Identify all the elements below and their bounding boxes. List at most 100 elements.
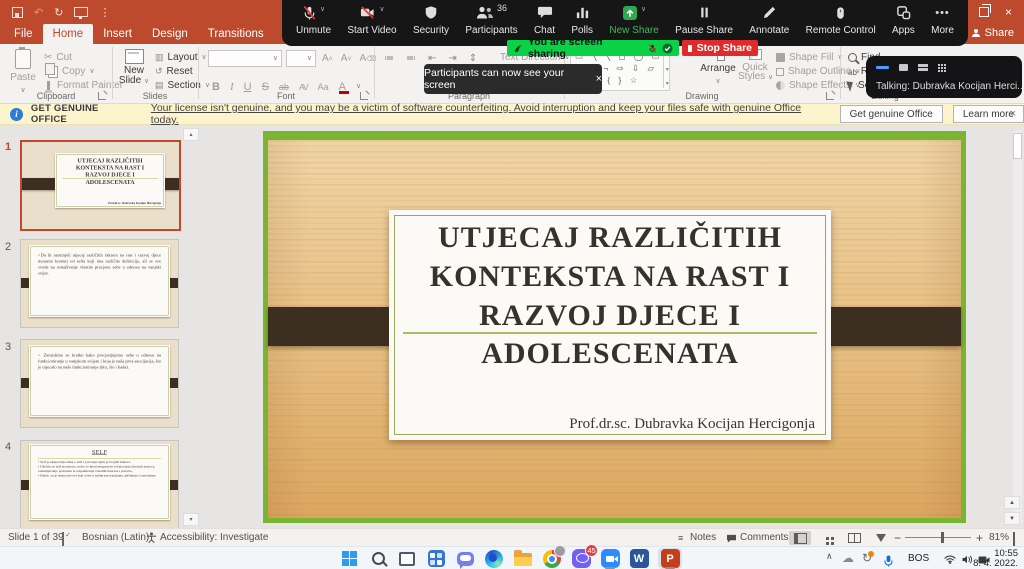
- thumbnails-scroll-up-button[interactable]: ▴: [183, 128, 199, 141]
- font-dialog-launcher-icon[interactable]: [360, 92, 368, 100]
- slide-thumbnail-4[interactable]: SELF • Self je ekspozicija slike o sebi …: [20, 440, 179, 529]
- reset-button[interactable]: ↺ Reset: [155, 65, 193, 78]
- gallery-view-icon[interactable]: [938, 64, 940, 66]
- start-video-button[interactable]: ∨ Start Video: [347, 5, 396, 36]
- ppt-share-button[interactable]: Share: [971, 27, 1014, 39]
- bullets-icon[interactable]: ≔: [384, 53, 394, 64]
- decrease-indent-icon[interactable]: ⇤: [428, 53, 436, 64]
- start-button[interactable]: [337, 548, 361, 569]
- shape-fill-button[interactable]: Shape Fill ∨: [776, 51, 843, 64]
- customize-qat-icon[interactable]: ⋮: [99, 6, 110, 19]
- chat-button[interactable]: Chat: [534, 5, 555, 36]
- slide-title-line-4[interactable]: ADOLESCENATA: [389, 334, 831, 373]
- unmute-button[interactable]: ∨ Unmute: [296, 5, 331, 36]
- sync-update-icon[interactable]: ↻: [862, 551, 872, 565]
- zoom-slider[interactable]: [905, 537, 971, 538]
- hidden-icons-chevron[interactable]: ∧: [826, 551, 833, 562]
- onedrive-icon[interactable]: ☁: [842, 551, 854, 565]
- powerpoint-button[interactable]: P: [658, 548, 682, 569]
- paste-button[interactable]: Paste ∨: [8, 48, 38, 94]
- language-indicator[interactable]: Bosnian (Latin): [82, 532, 149, 543]
- zoom-in-button[interactable]: +: [976, 531, 983, 545]
- comments-button[interactable]: Comments: [740, 532, 788, 543]
- genuine-banner-link[interactable]: Your license isn't genuine, and you may …: [151, 102, 828, 126]
- drawing-dialog-launcher-icon[interactable]: [826, 92, 834, 100]
- vertical-scrollbar[interactable]: [1013, 131, 1022, 523]
- tab-insert[interactable]: Insert: [93, 24, 142, 44]
- zoom-app-button[interactable]: [598, 548, 622, 569]
- notes-button[interactable]: Notes: [690, 532, 716, 543]
- next-slide-button[interactable]: ▼: [1004, 512, 1020, 525]
- widgets-button[interactable]: [424, 548, 448, 569]
- more-button[interactable]: ••• More: [931, 5, 954, 36]
- speaker-icon[interactable]: [962, 555, 973, 564]
- tab-transitions[interactable]: Transitions: [198, 24, 274, 44]
- scrollbar-thumb[interactable]: [1013, 133, 1022, 159]
- slide-canvas[interactable]: UTJECAJ RAZLIČITIH KONTEKSTA NA RAST I R…: [268, 140, 961, 518]
- zoom-out-button[interactable]: −: [894, 531, 901, 545]
- undo-icon[interactable]: ↶: [34, 6, 43, 19]
- line-spacing-icon[interactable]: ⇕: [469, 53, 477, 64]
- annotate-button[interactable]: Annotate: [749, 5, 789, 36]
- chevron-icon[interactable]: ∨: [379, 5, 384, 13]
- keyboard-language-indicator[interactable]: BOS: [908, 553, 929, 564]
- previous-slide-button[interactable]: ▲: [1004, 496, 1020, 509]
- slide-presenter[interactable]: Prof.dr.sc. Dubravka Kocijan Hercigonja: [569, 416, 815, 433]
- participants-button[interactable]: 36 Participants: [465, 5, 517, 36]
- normal-view-button[interactable]: [789, 531, 811, 545]
- increase-font-size-icon[interactable]: A˄: [322, 53, 333, 64]
- minimized-view-icon[interactable]: [876, 66, 889, 69]
- get-genuine-office-button[interactable]: Get genuine Office: [840, 105, 943, 123]
- restore-window-icon[interactable]: [979, 7, 989, 17]
- zoom-slider-thumb[interactable]: [941, 532, 944, 543]
- file-explorer-button[interactable]: [511, 548, 535, 569]
- new-share-button[interactable]: ∨ New Share: [609, 5, 658, 36]
- chevron-icon[interactable]: ∨: [641, 5, 646, 13]
- pause-share-button[interactable]: Pause Share: [675, 5, 733, 36]
- slide-thumbnail-2[interactable]: ▪Da bi razumjeli utjecaj različitih fakt…: [20, 239, 179, 328]
- wifi-icon[interactable]: [944, 555, 956, 564]
- word-button[interactable]: W: [627, 548, 651, 569]
- taskbar-search-button[interactable]: [366, 548, 390, 569]
- slide-title[interactable]: UTJECAJ RAZLIČITIH KONTEKSTA NA RAST I R…: [389, 218, 831, 335]
- slide-accent-bar-right[interactable]: [813, 307, 961, 346]
- close-window-icon[interactable]: ×: [1005, 5, 1012, 19]
- security-button[interactable]: Security: [413, 5, 449, 36]
- zoom-level[interactable]: 81%: [989, 532, 1009, 543]
- screen-sharing-banner[interactable]: You are screen sharing: [507, 40, 679, 56]
- copy-button[interactable]: Copy ∨: [44, 65, 94, 78]
- tab-design[interactable]: Design: [142, 24, 198, 44]
- numbering-icon[interactable]: ≕: [406, 53, 416, 64]
- tab-home[interactable]: Home: [43, 24, 94, 44]
- edge-button[interactable]: [482, 548, 506, 569]
- font-name-combobox[interactable]: ∨: [208, 50, 282, 67]
- fit-slide-to-window-icon[interactable]: [1013, 532, 1015, 546]
- tooltip-close-icon[interactable]: ×: [596, 73, 602, 85]
- tab-file[interactable]: File: [4, 24, 43, 44]
- remote-control-button[interactable]: Remote Control: [806, 5, 876, 36]
- polls-button[interactable]: Polls: [571, 5, 593, 36]
- banner-close-icon[interactable]: ×: [1010, 108, 1016, 120]
- clipboard-dialog-launcher-icon[interactable]: [98, 92, 106, 100]
- accessibility-status[interactable]: Accessibility: Investigate: [160, 532, 268, 543]
- increase-indent-icon[interactable]: ⇥: [448, 53, 456, 64]
- slide-thumbnail-1[interactable]: UTJECAJ RAZLIČITIH KONTEKSTA NA RAST I R…: [20, 140, 181, 231]
- scroll-down-icon[interactable]: ▾: [666, 66, 669, 73]
- slide-thumbnail-3[interactable]: ▪ Zamislimo se kratko kako procjenjujemo…: [20, 339, 179, 428]
- font-size-combobox[interactable]: ∨: [286, 50, 316, 67]
- decrease-font-size-icon[interactable]: A˅: [341, 53, 352, 64]
- taskbar-clock[interactable]: 10:55 8. 4. 2022.: [973, 549, 1018, 569]
- chrome-button[interactable]: [540, 548, 564, 569]
- slide-sorter-view-button[interactable]: [816, 531, 838, 545]
- microphone-in-use-icon[interactable]: [884, 555, 893, 567]
- redo-icon[interactable]: ↻: [54, 6, 63, 19]
- teams-chat-button[interactable]: [453, 548, 477, 569]
- slide-title-card[interactable]: UTJECAJ RAZLIČITIH KONTEKSTA NA RAST I R…: [389, 210, 831, 440]
- apps-button[interactable]: Apps: [892, 5, 915, 36]
- task-view-button[interactable]: [395, 548, 419, 569]
- slide-accent-bar-left[interactable]: [268, 307, 408, 346]
- thumbnails-scroll-down-button[interactable]: ▾: [183, 513, 199, 526]
- save-icon[interactable]: [12, 7, 23, 18]
- stack-view-icon[interactable]: [918, 64, 928, 71]
- spell-check-icon[interactable]: [62, 532, 64, 546]
